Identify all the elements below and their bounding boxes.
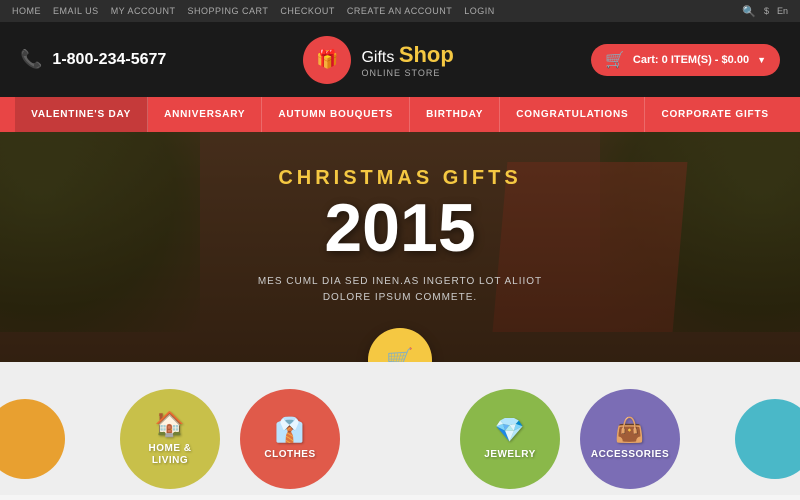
top-bar: HOME EMAIL US MY ACCOUNT SHOPPING CART C… — [0, 0, 800, 22]
nav-birthday[interactable]: BIRTHDAY — [410, 97, 500, 132]
nav-congratulations[interactable]: CONGRATULATIONS — [500, 97, 645, 132]
hero-subtitle: CHRISTMAS GIFTS — [0, 167, 800, 190]
hero-section: CHRISTMAS GIFTS 2015 MES CUML DIA SED IN… — [0, 132, 800, 362]
nav-email-us[interactable]: EMAIL US — [53, 6, 99, 16]
phone-icon: 📞 — [20, 49, 42, 70]
header: 📞 1-800-234-5677 🎁 Gifts Shop ONLINE STO… — [0, 22, 800, 97]
top-bar-right: 🔍 $ En — [742, 5, 788, 18]
accessories-label: ACCESSORIES — [591, 449, 669, 461]
category-jewelry[interactable]: 💎 JEWELRY — [460, 389, 560, 489]
nav-home[interactable]: HOME — [12, 6, 41, 16]
nav-my-account[interactable]: MY ACCOUNT — [111, 6, 176, 16]
language-button[interactable]: En — [777, 6, 788, 16]
logo-gifts: Gifts — [361, 49, 394, 66]
category-partial-left[interactable] — [0, 399, 65, 479]
nav-checkout[interactable]: CHECKOUT — [280, 6, 335, 16]
nav-corporate-gifts[interactable]: CORPORATE GIFTS — [645, 97, 784, 132]
logo-text: Gifts Shop ONLINE STORE — [361, 42, 453, 78]
phone-number: 1-800-234-5677 — [52, 51, 166, 69]
jewelry-icon: 💎 — [495, 416, 525, 445]
nav-shopping-cart[interactable]: SHOPPING CART — [188, 6, 269, 16]
search-icon-button[interactable]: 🔍 — [742, 5, 756, 18]
top-bar-links: HOME EMAIL US MY ACCOUNT SHOPPING CART C… — [12, 6, 495, 16]
main-nav: VALENTINE'S DAY ANNIVERSARY AUTUMN BOUQU… — [0, 97, 800, 132]
logo-shop: Shop — [399, 42, 454, 67]
nav-create-account[interactable]: CREATE AN ACCOUNT — [347, 6, 452, 16]
nav-anniversary[interactable]: ANNIVERSARY — [148, 97, 262, 132]
cart-button[interactable]: 🛒 Cart: 0 ITEM(S) - $0.00 ▼ — [591, 44, 780, 76]
phone-section: 📞 1-800-234-5677 — [20, 49, 166, 70]
currency-button[interactable]: $ — [764, 6, 769, 16]
logo-icon: 🎁 — [303, 36, 351, 84]
hero-year: 2015 — [0, 194, 800, 262]
nav-autumn-bouquets[interactable]: AUTUMN BOUQUETS — [262, 97, 410, 132]
logo-title: Gifts Shop — [361, 42, 453, 68]
hero-description: MES CUML DIA SED INEN.AS INGERTO LOT ALI… — [0, 274, 800, 306]
hero-content: CHRISTMAS GIFTS 2015 MES CUML DIA SED IN… — [0, 132, 800, 306]
accessories-icon: 👜 — [615, 416, 645, 445]
category-home-living[interactable]: 🏠 HOME &LIVING — [120, 389, 220, 489]
logo-subtitle: ONLINE STORE — [361, 68, 453, 78]
nav-login[interactable]: LOGIN — [464, 6, 495, 16]
home-living-label: HOME &LIVING — [149, 443, 192, 467]
cart-chevron-icon: ▼ — [757, 55, 766, 65]
nav-valentines[interactable]: VALENTINE'S DAY — [15, 97, 148, 132]
category-partial-right[interactable] — [735, 399, 800, 479]
categories-section: 🏠 HOME &LIVING 👔 CLOTHES 💎 JEWELRY 👜 ACC… — [0, 362, 800, 495]
clothes-label: CLOTHES — [264, 449, 315, 461]
category-clothes[interactable]: 👔 CLOTHES — [240, 389, 340, 489]
home-living-icon: 🏠 — [155, 410, 185, 439]
category-accessories[interactable]: 👜 ACCESSORIES — [580, 389, 680, 489]
clothes-icon: 👔 — [275, 416, 305, 445]
cart-text: Cart: 0 ITEM(S) - $0.00 — [633, 54, 749, 66]
cart-icon: 🛒 — [605, 50, 625, 70]
logo-section[interactable]: 🎁 Gifts Shop ONLINE STORE — [303, 36, 453, 84]
jewelry-label: JEWELRY — [484, 449, 535, 461]
